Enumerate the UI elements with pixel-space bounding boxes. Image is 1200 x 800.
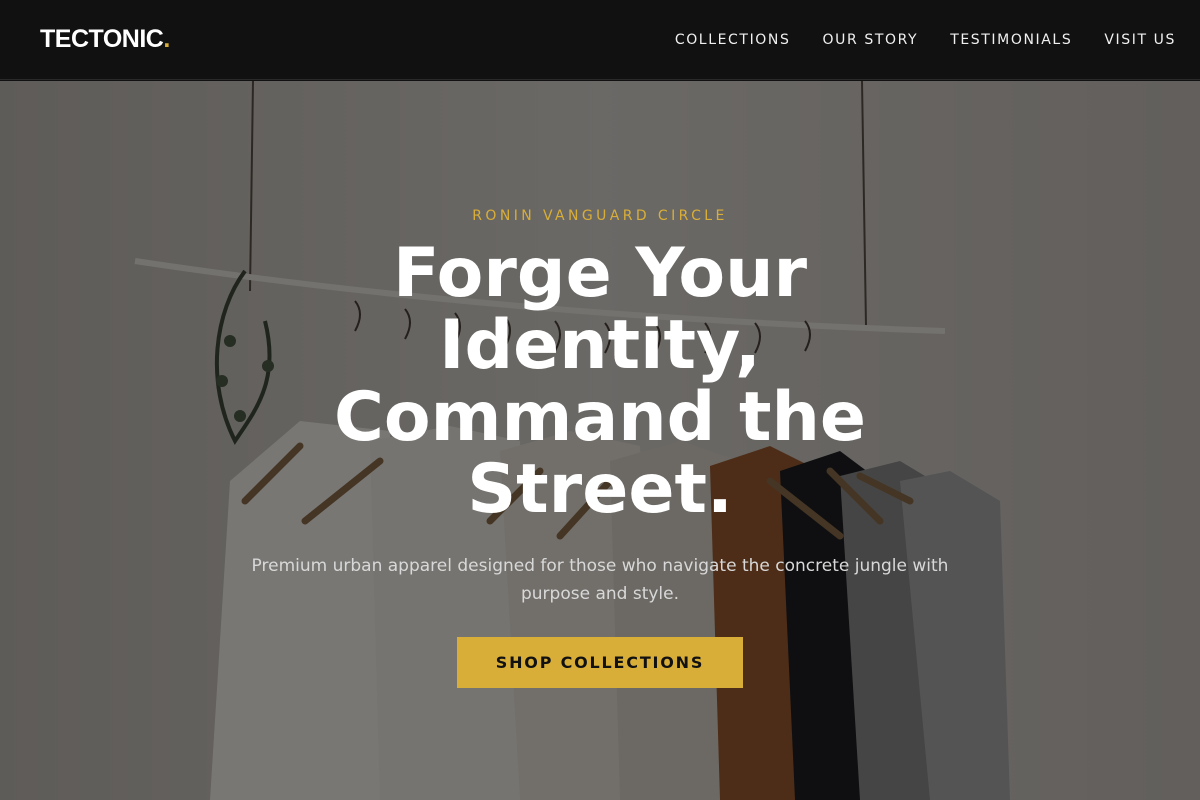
hero-eyebrow: RONIN VANGUARD CIRCLE <box>472 208 728 224</box>
brand-logo[interactable]: TECTONIC. <box>40 25 170 54</box>
hero-section: RONIN VANGUARD CIRCLE Forge Your Identit… <box>0 81 1200 800</box>
main-nav: COLLECTIONS OUR STORY TESTIMONIALS VISIT… <box>675 32 1176 48</box>
nav-link-visit-us[interactable]: VISIT US <box>1104 32 1176 48</box>
nav-link-collections[interactable]: COLLECTIONS <box>675 32 791 48</box>
nav-link-our-story[interactable]: OUR STORY <box>823 32 919 48</box>
shop-collections-button[interactable]: SHOP COLLECTIONS <box>457 637 743 688</box>
nav-link-testimonials[interactable]: TESTIMONIALS <box>950 32 1072 48</box>
brand-name: TECTONIC <box>40 25 164 53</box>
top-navbar: TECTONIC. COLLECTIONS OUR STORY TESTIMON… <box>0 0 1200 80</box>
hero-content: RONIN VANGUARD CIRCLE Forge Your Identit… <box>0 81 1200 800</box>
hero-subtext: Premium urban apparel designed for those… <box>251 556 949 604</box>
hero-headline: Forge Your Identity, Command the Street. <box>333 234 866 529</box>
brand-dot: . <box>163 25 170 53</box>
